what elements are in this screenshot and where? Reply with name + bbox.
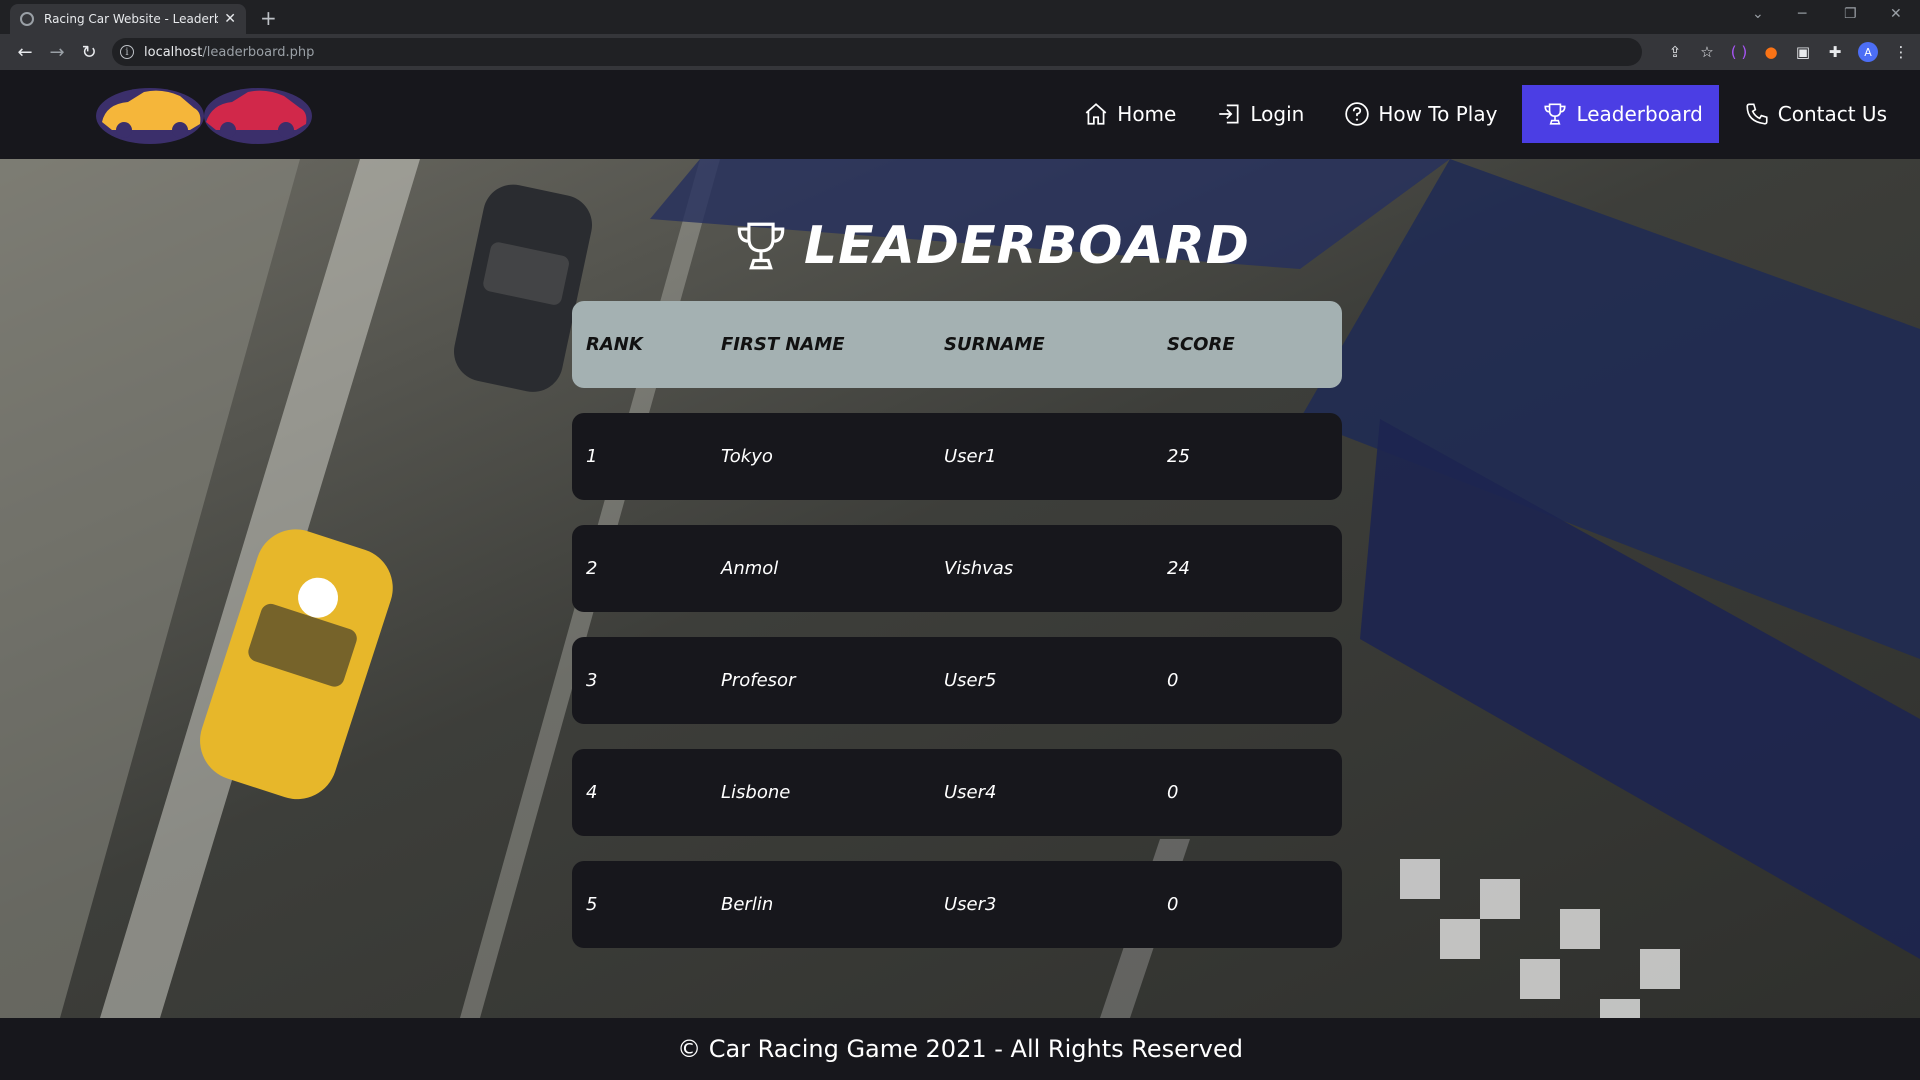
first-name-cell: Berlin [721, 894, 774, 915]
page-title: LEADERBOARD [804, 216, 1250, 276]
main-content: LEADERBOARD RANK FIRST NAME SURNAME SCOR… [0, 159, 1920, 1018]
surname-cell: User3 [944, 894, 997, 915]
url-path: /leaderboard.php [202, 44, 315, 60]
browser-toolbar: ← → ↻ i localhost /leaderboard.php ⇪ ☆ (… [0, 34, 1920, 70]
score-cell: 0 [1167, 894, 1179, 915]
forward-icon[interactable]: → [42, 37, 72, 67]
restore-icon[interactable]: ❐ [1844, 6, 1857, 22]
url-host: localhost [144, 44, 203, 60]
header-rank: RANK [586, 334, 643, 355]
trophy-icon [737, 222, 785, 270]
rank-cell: 3 [586, 670, 598, 691]
info-icon[interactable]: i [120, 45, 134, 59]
nav-home[interactable]: Home [1068, 85, 1191, 143]
toolbar-actions: ⇪ ☆ ( ) ● ▣ ✚ A ⋮ [1666, 34, 1910, 70]
menu-icon[interactable]: ⋮ [1892, 43, 1910, 61]
surname-cell: User1 [944, 446, 997, 467]
first-name-cell: Tokyo [721, 446, 773, 467]
question-circle-icon [1345, 102, 1370, 126]
home-icon [1085, 103, 1107, 125]
logo[interactable] [94, 82, 314, 148]
score-cell: 0 [1167, 670, 1179, 691]
new-tab-icon[interactable]: + [260, 6, 277, 30]
extension-icon[interactable]: ● [1762, 43, 1780, 61]
tab-search-icon[interactable]: ⌄ [1752, 6, 1764, 22]
main-nav: Home Login How To Play Leaderboard Conta… [1058, 85, 1902, 143]
site-footer: © Car Racing Game 2021 - All Rights Rese… [0, 1018, 1920, 1080]
table-row: 4 Lisbone User4 0 [572, 749, 1342, 836]
extension-icon[interactable]: ( ) [1730, 43, 1748, 61]
first-name-cell: Anmol [721, 558, 779, 579]
rank-cell: 2 [586, 558, 598, 579]
leaderboard-table: RANK FIRST NAME SURNAME SCORE 1 Tokyo Us… [572, 301, 1342, 948]
extension-icon[interactable]: ▣ [1794, 43, 1812, 61]
globe-icon [20, 12, 34, 26]
nav-contact-us-label: Contact Us [1777, 102, 1887, 126]
address-bar[interactable]: i localhost /leaderboard.php [112, 38, 1642, 66]
nav-login-label: Login [1250, 102, 1305, 126]
rank-cell: 5 [586, 894, 598, 915]
table-row: 1 Tokyo User1 25 [572, 413, 1342, 500]
phone-icon [1746, 103, 1768, 125]
table-row: 3 Profesor User5 0 [572, 637, 1342, 724]
header-surname: SURNAME [944, 334, 1045, 355]
nav-login[interactable]: Login [1201, 85, 1319, 143]
nav-contact-us[interactable]: Contact Us [1729, 85, 1902, 143]
rank-cell: 1 [586, 446, 598, 467]
footer-copyright: © Car Racing Game 2021 - All Rights Rese… [677, 1035, 1243, 1063]
score-cell: 24 [1167, 558, 1190, 579]
bookmark-star-icon[interactable]: ☆ [1698, 43, 1716, 61]
share-icon[interactable]: ⇪ [1666, 43, 1684, 61]
puzzle-icon[interactable]: ✚ [1826, 43, 1844, 61]
nav-leaderboard[interactable]: Leaderboard [1522, 85, 1719, 143]
surname-cell: Vishvas [944, 558, 1014, 579]
tab-title: Racing Car Website - Leaderboard [44, 12, 219, 26]
close-icon[interactable]: ✕ [224, 11, 236, 27]
surname-cell: User4 [944, 782, 997, 803]
browser-tab[interactable]: Racing Car Website - Leaderboard ✕ [10, 4, 246, 34]
nav-leaderboard-label: Leaderboard [1576, 102, 1703, 126]
reload-icon[interactable]: ↻ [74, 37, 104, 67]
minimize-icon[interactable]: ─ [1798, 6, 1806, 22]
nav-home-label: Home [1117, 102, 1177, 126]
table-row: 5 Berlin User3 0 [572, 861, 1342, 948]
surname-cell: User5 [944, 670, 997, 691]
nav-how-to-play-label: How To Play [1378, 102, 1498, 126]
window-close-icon[interactable]: ✕ [1890, 6, 1902, 22]
trophy-icon [1544, 103, 1567, 125]
site-header: Home Login How To Play Leaderboard Conta… [0, 70, 1920, 159]
header-first-name: FIRST NAME [721, 334, 845, 355]
score-cell: 25 [1167, 446, 1190, 467]
first-name-cell: Lisbone [721, 782, 791, 803]
profile-avatar[interactable]: A [1858, 42, 1878, 62]
header-score: SCORE [1167, 334, 1235, 355]
login-icon [1219, 104, 1239, 124]
rank-cell: 4 [586, 782, 598, 803]
table-row: 2 Anmol Vishvas 24 [572, 525, 1342, 612]
score-cell: 0 [1167, 782, 1179, 803]
back-icon[interactable]: ← [10, 37, 40, 67]
browser-tabstrip: Racing Car Website - Leaderboard ✕ + ⌄ ─… [0, 0, 1920, 34]
first-name-cell: Profesor [721, 670, 796, 691]
table-header: RANK FIRST NAME SURNAME SCORE [572, 301, 1342, 388]
leaderboard-heading: LEADERBOARD [732, 211, 1250, 281]
nav-how-to-play[interactable]: How To Play [1329, 85, 1512, 143]
leaderboard-section: LEADERBOARD RANK FIRST NAME SURNAME SCOR… [0, 159, 1920, 1018]
